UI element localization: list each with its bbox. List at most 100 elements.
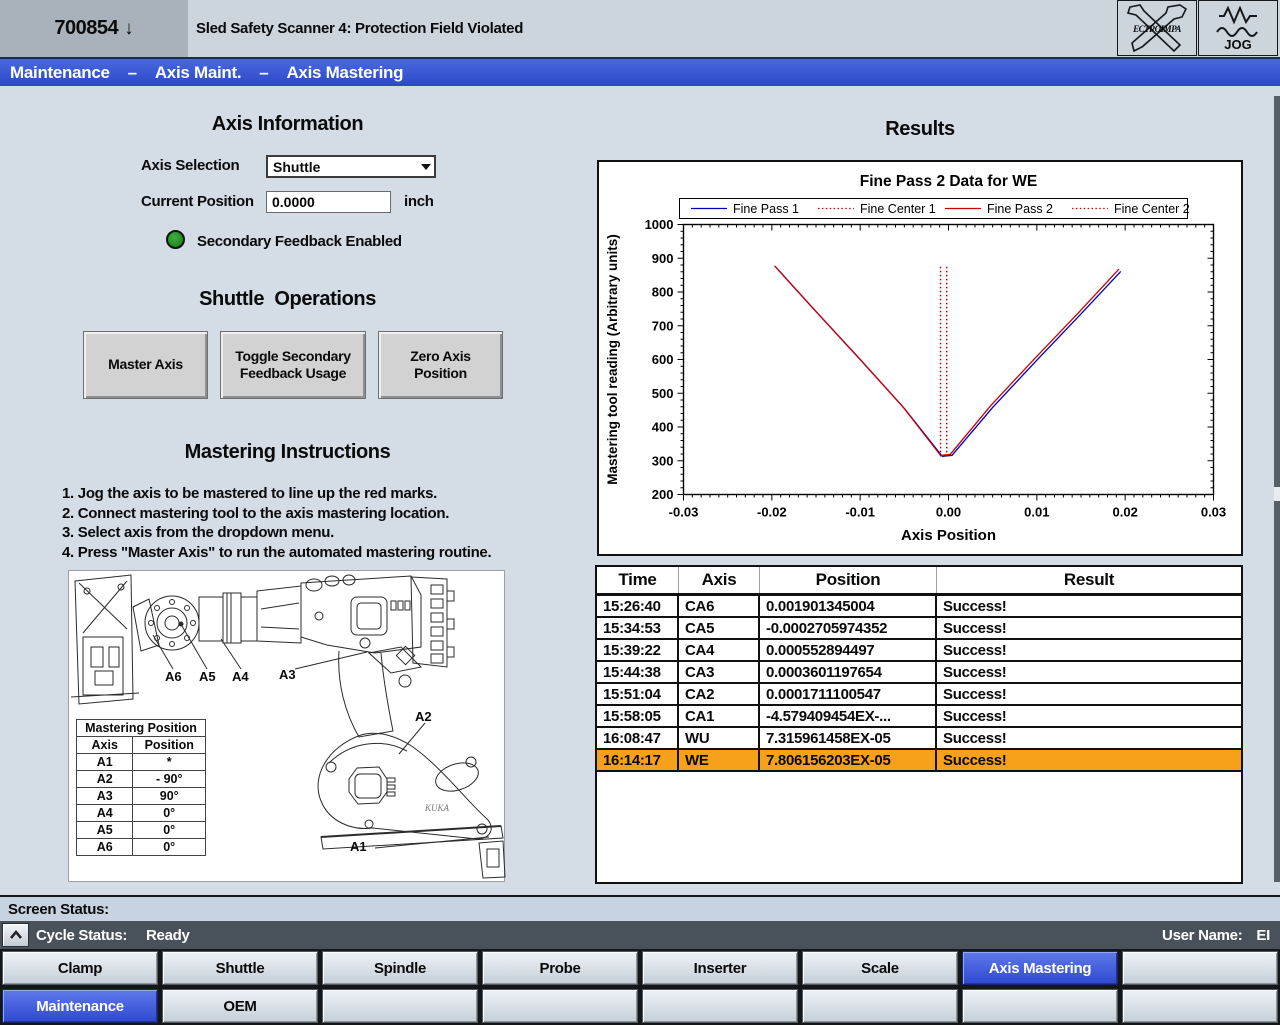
softkey-oem[interactable]: OEM xyxy=(162,989,318,1023)
instruction-step-1: 1. Jog the axis to be mastered to line u… xyxy=(62,484,491,504)
results-table: TimeAxisPositionResult15:26:40CA60.00190… xyxy=(595,565,1243,884)
mastering-table-cell: A2 xyxy=(77,771,133,788)
mastering-table-cell: A5 xyxy=(77,822,133,839)
right-scrollbar[interactable] xyxy=(1274,96,1280,882)
softkey-blank[interactable] xyxy=(482,989,638,1023)
results-header-time: Time xyxy=(597,567,679,593)
electroimpact-logo-button[interactable]: ECTROIMPA xyxy=(1117,0,1197,56)
softkey-shuttle[interactable]: Shuttle xyxy=(162,951,318,985)
softkey-blank[interactable] xyxy=(322,989,478,1023)
softkey-maintenance[interactable]: Maintenance xyxy=(2,989,158,1023)
svg-text:300: 300 xyxy=(652,453,674,468)
results-row-ca6[interactable]: 15:26:40CA60.001901345004Success! xyxy=(597,596,1241,618)
results-cell: 15:39:22 xyxy=(597,640,679,660)
breadcrumb-item-axis-mastering[interactable]: Axis Mastering xyxy=(286,63,403,83)
results-row-ca2[interactable]: 15:51:04CA20.0001711100547Success! xyxy=(597,684,1241,706)
diagram-label-a2: A2 xyxy=(415,709,432,724)
results-cell: Success! xyxy=(937,706,1241,726)
current-position-field[interactable] xyxy=(266,191,391,213)
svg-text:400: 400 xyxy=(652,420,674,435)
diagram-label-a6: A6 xyxy=(165,669,182,684)
alarm-dropdown-arrow-icon[interactable]: ↓ xyxy=(124,18,134,40)
svg-text:Fine Center 1: Fine Center 1 xyxy=(860,202,936,216)
mastering-table-cell: A3 xyxy=(77,788,133,805)
svg-text:Mastering tool reading (Arbitr: Mastering tool reading (Arbitrary units) xyxy=(605,234,620,485)
results-cell: 16:14:17 xyxy=(597,750,679,770)
results-row-wu[interactable]: 16:08:47WU7.315961458EX-05Success! xyxy=(597,728,1241,750)
results-cell: 16:08:47 xyxy=(597,728,679,748)
softkey-axis-mastering[interactable]: Axis Mastering xyxy=(962,951,1118,985)
softkey-blank[interactable] xyxy=(802,989,958,1023)
softkey-scale[interactable]: Scale xyxy=(802,951,958,985)
svg-text:Fine Center 2: Fine Center 2 xyxy=(1114,202,1190,216)
softkey-probe[interactable]: Probe xyxy=(482,951,638,985)
results-row-ca5[interactable]: 15:34:53CA5-0.0002705974352Success! xyxy=(597,618,1241,640)
mastering-table-cell: 0° xyxy=(133,822,206,839)
user-name-label: User Name: xyxy=(1162,927,1242,944)
breadcrumb: Maintenance–Axis Maint.–Axis Mastering xyxy=(0,57,1280,86)
breadcrumb-item-maintenance[interactable]: Maintenance xyxy=(10,63,110,83)
mastering-table-cell: A1 xyxy=(77,754,133,771)
softkey-inserter[interactable]: Inserter xyxy=(642,951,798,985)
cycle-status-label: Cycle Status: xyxy=(36,921,127,949)
chevron-up-icon xyxy=(6,928,26,942)
dropdown-arrow-icon[interactable] xyxy=(417,157,434,176)
svg-text:-0.01: -0.01 xyxy=(845,505,875,520)
softkey-blank[interactable] xyxy=(962,989,1118,1023)
mastering-table-header: Position xyxy=(133,737,206,754)
zero-axis-position-button[interactable]: Zero Axis Position xyxy=(378,331,503,399)
svg-text:700: 700 xyxy=(652,318,674,333)
collapse-button[interactable] xyxy=(2,923,29,947)
results-cell: -0.0002705974352 xyxy=(760,618,937,638)
results-cell: 15:26:40 xyxy=(597,596,679,616)
svg-text:800: 800 xyxy=(652,285,674,300)
results-row-ca3[interactable]: 15:44:38CA30.0003601197654Success! xyxy=(597,662,1241,684)
svg-text:1000: 1000 xyxy=(645,217,674,232)
results-header-result: Result xyxy=(937,567,1241,593)
brand-text: KUKA xyxy=(424,803,450,813)
results-cell: 0.0003601197654 xyxy=(760,662,937,682)
results-table-header: TimeAxisPositionResult xyxy=(597,567,1241,596)
scrollbar-thumb[interactable] xyxy=(1274,487,1280,501)
alarm-message: Sled Safety Scanner 4: Protection Field … xyxy=(196,0,523,57)
svg-text:500: 500 xyxy=(652,386,674,401)
cycle-status-bar: Cycle Status: Ready User Name: EI xyxy=(0,921,1280,949)
results-row-ca1[interactable]: 15:58:05CA1-4.579409454EX-...Success! xyxy=(597,706,1241,728)
results-cell: CA6 xyxy=(679,596,760,616)
top-bar: 700854 ↓ Sled Safety Scanner 4: Protecti… xyxy=(0,0,1280,57)
screen-status-bar: Screen Status: xyxy=(0,895,1280,921)
axis-selection-dropdown[interactable]: Shuttle xyxy=(266,155,436,178)
master-axis-button[interactable]: Master Axis xyxy=(83,331,208,399)
results-cell: 0.000552894497 xyxy=(760,640,937,660)
results-row-we[interactable]: 16:14:17WE7.806156203EX-05Success! xyxy=(597,750,1241,772)
mastering-table-cell: A4 xyxy=(77,805,133,822)
results-row-ca4[interactable]: 15:39:22CA40.000552894497Success! xyxy=(597,640,1241,662)
results-cell: CA3 xyxy=(679,662,760,682)
breadcrumb-separator: – xyxy=(259,63,268,83)
screen-status-label: Screen Status: xyxy=(8,901,109,918)
results-cell: CA4 xyxy=(679,640,760,660)
mastering-table-cell: A6 xyxy=(77,839,133,856)
softkey-blank[interactable] xyxy=(1122,951,1278,985)
softkey-clamp[interactable]: Clamp xyxy=(2,951,158,985)
jog-mode-button[interactable]: JOG xyxy=(1198,0,1278,56)
results-cell: 0.0001711100547 xyxy=(760,684,937,704)
results-cell: Success! xyxy=(937,662,1241,682)
robot-diagram: KUKA A6A5A4A3A2A1 Mastering PositionAxis… xyxy=(68,570,505,882)
breadcrumb-item-axis-maint-[interactable]: Axis Maint. xyxy=(155,63,241,83)
alarm-number-box[interactable]: 700854 ↓ xyxy=(0,0,188,57)
toggle-secondary-feedback-usage-button[interactable]: Toggle Secondary Feedback Usage xyxy=(220,331,366,399)
svg-text:600: 600 xyxy=(652,352,674,367)
fine-pass-chart: Fine Pass 2 Data for WEFine Pass 1Fine C… xyxy=(597,160,1243,556)
softkey-blank[interactable] xyxy=(642,989,798,1023)
results-cell: WU xyxy=(679,728,760,748)
softkey-blank[interactable] xyxy=(1122,989,1278,1023)
logo-text: ECTROIMPA xyxy=(1118,24,1196,34)
mastering-table-header: Axis xyxy=(77,737,133,754)
svg-text:900: 900 xyxy=(652,251,674,266)
softkey-spindle[interactable]: Spindle xyxy=(322,951,478,985)
svg-text:0.03: 0.03 xyxy=(1201,505,1226,520)
breadcrumb-separator: – xyxy=(128,63,137,83)
results-header-axis: Axis xyxy=(679,567,760,593)
svg-text:-0.03: -0.03 xyxy=(669,505,699,520)
